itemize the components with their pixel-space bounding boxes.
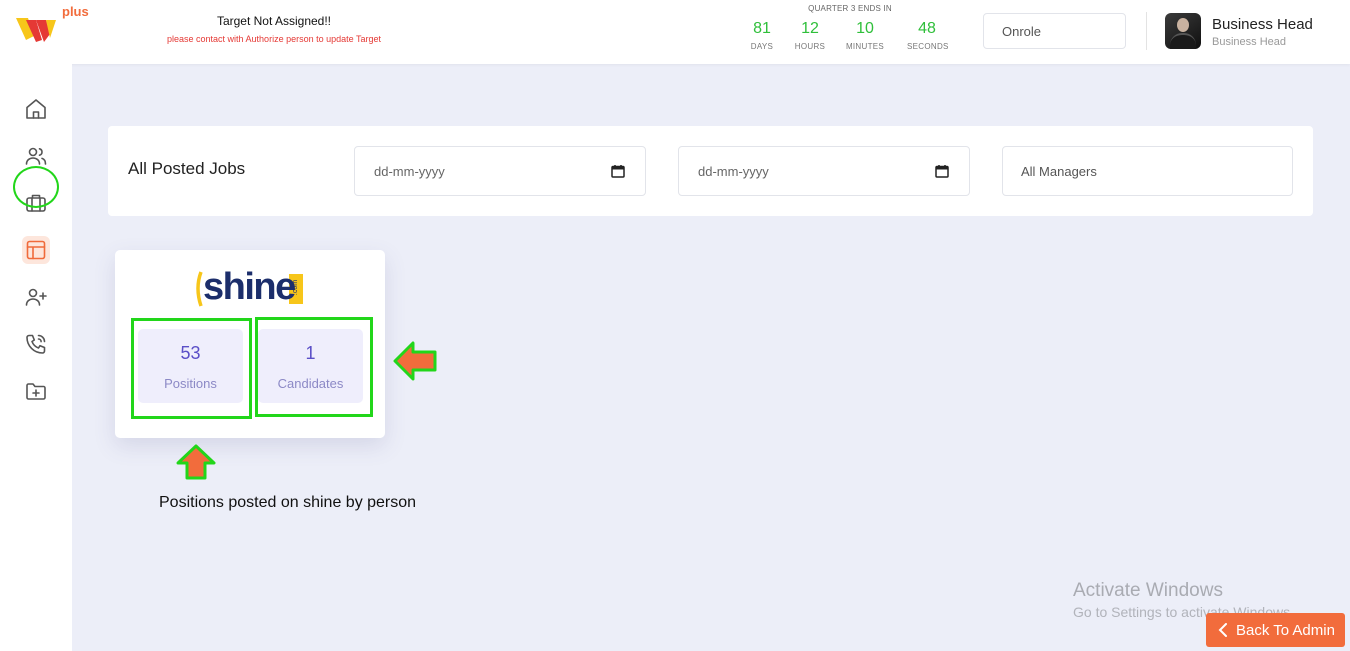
- candidates-highlight-box: [255, 317, 373, 417]
- positions-highlight-box: [131, 318, 252, 419]
- user-role: Business Head: [1212, 36, 1286, 48]
- sidebar-item-calls[interactable]: [22, 330, 50, 358]
- sidebar-item-posted-jobs[interactable]: [22, 236, 50, 264]
- date-from-placeholder: dd-mm-yyyy: [374, 164, 445, 179]
- countdown-label: MINUTES: [845, 42, 885, 51]
- folder-plus-icon: [26, 383, 46, 400]
- shine-logo-text: shine: [203, 266, 296, 308]
- header-divider: [1146, 12, 1147, 50]
- left-arrow-icon: [393, 341, 437, 381]
- countdown-label: SECONDS: [907, 42, 949, 51]
- manager-select-value: All Managers: [1021, 164, 1097, 179]
- annotation-note: Positions posted on shine by person: [159, 494, 417, 511]
- back-to-admin-button[interactable]: Back To Admin: [1206, 613, 1345, 647]
- app-logo[interactable]: plus: [14, 4, 98, 46]
- countdown-value: 10: [856, 20, 874, 37]
- avatar[interactable]: [1165, 13, 1201, 49]
- top-header: plus Target Not Assigned!! please contac…: [0, 0, 1350, 64]
- sidebar: [0, 64, 72, 651]
- quarter-countdown: QUARTER 3 ENDS IN 81 DAYS 12 HOURS 10 MI…: [745, 2, 955, 58]
- active-item-highlight-ring: [13, 166, 59, 208]
- target-notice: Target Not Assigned!! please contact wit…: [150, 14, 398, 44]
- countdown-seconds: 48 SECONDS: [907, 20, 949, 51]
- calendar-icon[interactable]: [935, 164, 949, 178]
- countdown-label: HOURS: [794, 42, 826, 51]
- avatar-body: [1170, 33, 1196, 49]
- shine-logo: shine .com: [193, 266, 309, 310]
- layout-icon: [26, 240, 46, 260]
- home-icon: [26, 99, 46, 119]
- sidebar-item-folders[interactable]: [22, 377, 50, 405]
- user-name[interactable]: Business Head: [1212, 16, 1313, 33]
- logo-plus-text: plus: [62, 4, 89, 19]
- chevron-left-icon: [1218, 623, 1227, 637]
- page-title: All Posted Jobs: [128, 159, 246, 178]
- countdown-minutes: 10 MINUTES: [845, 20, 885, 51]
- avatar-head: [1177, 18, 1189, 32]
- date-to-placeholder: dd-mm-yyyy: [698, 164, 769, 179]
- countdown-value: 81: [753, 20, 771, 37]
- sidebar-item-add-user[interactable]: [22, 283, 50, 311]
- role-select[interactable]: Onrole: [983, 13, 1126, 49]
- users-icon: [25, 147, 47, 165]
- manager-select[interactable]: All Managers: [1002, 146, 1293, 196]
- countdown-days: 81 DAYS: [742, 20, 782, 51]
- target-title: Target Not Assigned!!: [216, 14, 332, 28]
- target-subtitle: please contact with Authorize person to …: [167, 34, 381, 44]
- phone-icon: [26, 334, 46, 354]
- date-from-input[interactable]: dd-mm-yyyy: [354, 146, 646, 196]
- user-plus-icon: [25, 288, 47, 306]
- up-arrow-icon: [176, 444, 216, 480]
- date-to-input[interactable]: dd-mm-yyyy: [678, 146, 970, 196]
- windows-watermark-title: Activate Windows: [1073, 580, 1223, 601]
- back-to-admin-label: Back To Admin: [1236, 621, 1335, 639]
- shine-logo-suffix: .com: [292, 279, 300, 296]
- countdown-label: DAYS: [750, 42, 774, 51]
- filter-panel: All Posted Jobs dd-mm-yyyy dd-mm-yyyy Al…: [108, 126, 1313, 216]
- calendar-icon[interactable]: [611, 164, 625, 178]
- countdown-value: 48: [918, 20, 936, 37]
- quarter-label: QUARTER 3 ENDS IN: [808, 4, 892, 13]
- countdown-hours: 12 HOURS: [790, 20, 830, 51]
- countdown-value: 12: [801, 20, 819, 37]
- sidebar-item-home[interactable]: [22, 95, 50, 123]
